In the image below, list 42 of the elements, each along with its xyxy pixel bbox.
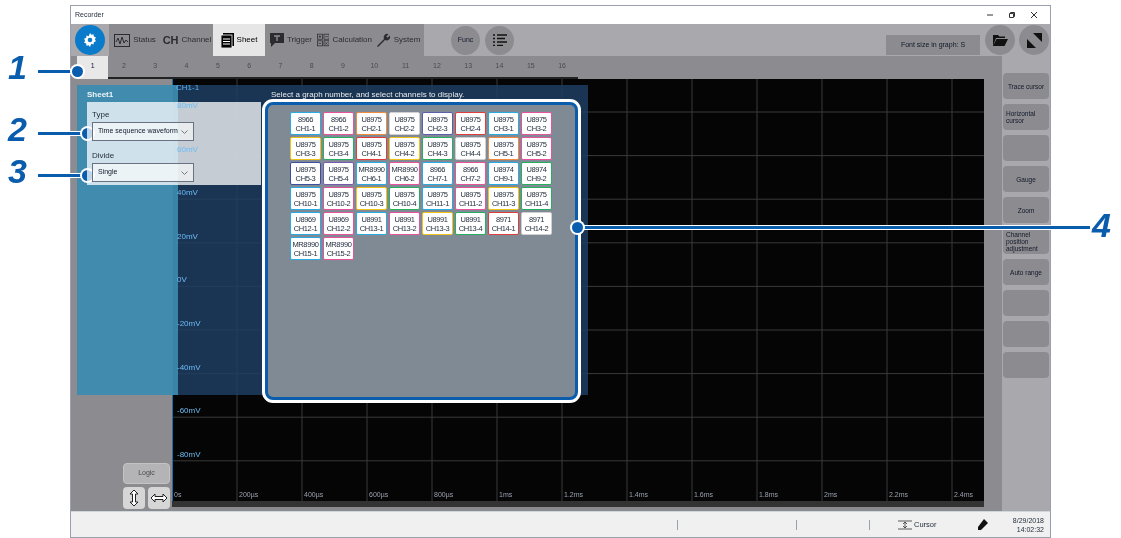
vertical-arrows-button[interactable] (123, 487, 145, 509)
sheet-title: Sheet1 (87, 89, 114, 101)
axis-label: 40mV (177, 188, 198, 198)
axis-label: 20mV (177, 231, 198, 241)
chevron-icon (181, 170, 188, 175)
axis-label: 80mV (177, 101, 198, 110)
axis-label: -80mV (177, 449, 201, 459)
axis-label: -60mV (177, 406, 201, 416)
folder-icon (992, 33, 1008, 47)
divide-label: Divide (92, 150, 115, 162)
minimize-icon[interactable] (986, 11, 994, 19)
horizontal-arrows-icon (150, 493, 168, 503)
calculator-icon (317, 32, 330, 48)
trigger-icon (269, 33, 284, 47)
waveform-icon (114, 33, 131, 47)
list-button[interactable] (485, 25, 514, 55)
horizontal-arrows-button[interactable] (148, 487, 170, 509)
axis-label: -40mV (177, 362, 201, 372)
axis-label: 0V (177, 275, 187, 285)
restore-icon[interactable] (1008, 11, 1016, 19)
folder-button[interactable] (985, 25, 1015, 55)
callout-number: 2 (8, 111, 27, 147)
axis-label: -20mV (177, 319, 201, 328)
expand-icon (1026, 32, 1042, 48)
channel-icon-text: CH (162, 32, 179, 48)
horizontal-scrollbar[interactable] (172, 501, 984, 507)
callout-number: 4 (1092, 207, 1111, 243)
settings-icon (82, 32, 98, 48)
expand-button[interactable] (1019, 25, 1049, 55)
chevron-icon (181, 129, 188, 134)
callout-number: 1 (8, 49, 27, 85)
toolbar-tab[interactable]: Sheet (213, 24, 265, 56)
wrench-icon (375, 32, 391, 48)
list-icon (492, 34, 507, 46)
instruction-text: Select a graph number, and select channels to display. (271, 89, 465, 101)
settings-button[interactable] (75, 25, 105, 55)
axis-label: 60mV (177, 144, 198, 154)
document-stack-icon (220, 32, 234, 48)
type-label: Type (92, 109, 110, 121)
callout-number: 3 (8, 153, 27, 189)
close-icon[interactable] (1030, 11, 1038, 19)
vertical-arrows-icon (129, 489, 139, 507)
